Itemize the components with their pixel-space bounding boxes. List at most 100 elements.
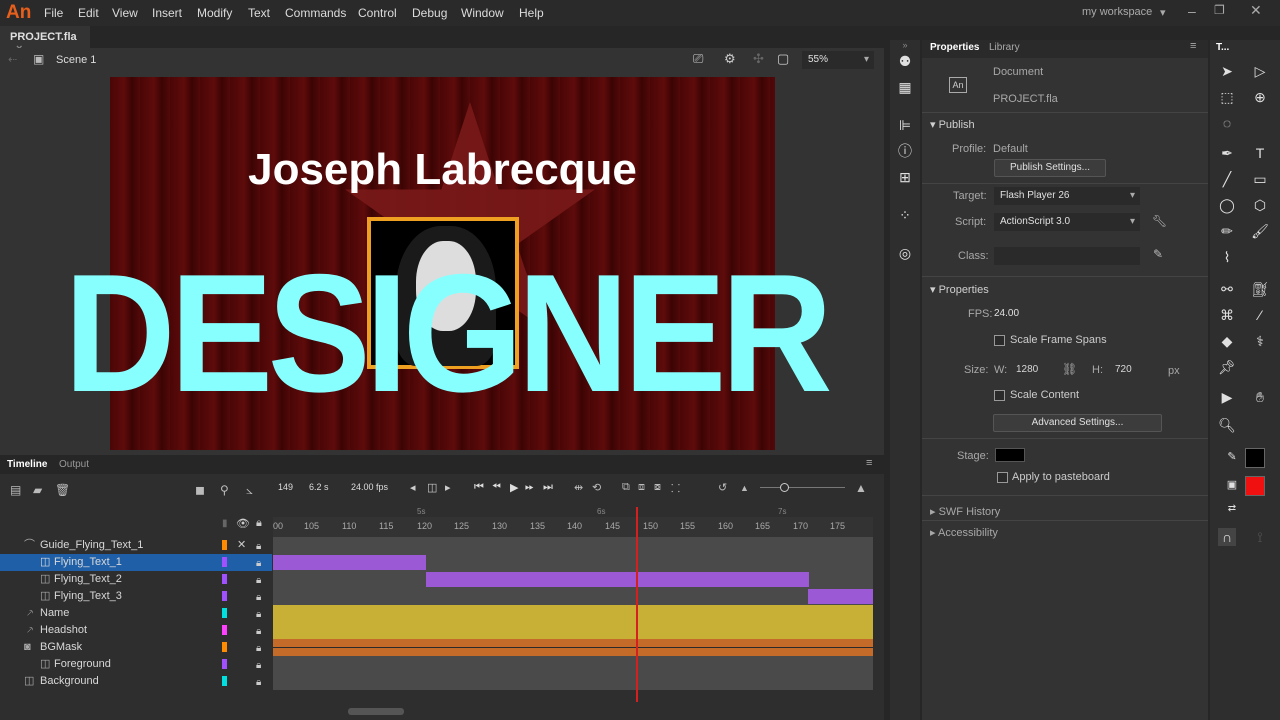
graph-icon[interactable]: ⦣ xyxy=(246,483,253,498)
polystar-tool-icon[interactable]: ⬡ xyxy=(1251,196,1269,214)
advanced-settings-button[interactable]: Advanced Settings... xyxy=(993,414,1162,432)
hand-tool-icon[interactable]: ✋︎ xyxy=(1251,388,1269,406)
horizontal-scrollbar-thumb[interactable] xyxy=(348,708,404,715)
cc-libraries-icon[interactable]: ◎ xyxy=(896,244,914,262)
motion-presets-icon[interactable]: ⚉ xyxy=(896,52,914,70)
menu-help[interactable]: Help xyxy=(519,6,544,20)
playhead[interactable] xyxy=(636,507,638,702)
stroke-color-swatch[interactable] xyxy=(1245,448,1265,468)
highlight-icon[interactable]: ▮ xyxy=(222,518,228,529)
panel-menu-icon[interactable]: ≡ xyxy=(866,457,872,469)
free-transform-tool-icon[interactable]: ⬚ xyxy=(1218,88,1236,106)
new-folder-icon[interactable]: ▰ xyxy=(33,483,42,497)
selection-tool-icon[interactable]: ➤ xyxy=(1218,62,1236,80)
step-forward-icon[interactable]: ⏩︎ xyxy=(525,481,534,494)
swatches-icon[interactable]: ⁘ xyxy=(896,206,914,224)
center-stage-icon[interactable]: ✣ xyxy=(753,51,764,67)
fill-color-swatch[interactable] xyxy=(1245,476,1265,496)
layer-row[interactable]: ◙ BGMask xyxy=(0,639,272,656)
rectangle-tool-icon[interactable]: ▭ xyxy=(1251,170,1269,188)
eye-icon[interactable]: 👁︎ xyxy=(236,517,250,530)
scale-frame-spans-checkbox[interactable] xyxy=(994,335,1005,346)
pencil-icon[interactable]: ✎ xyxy=(1153,247,1163,261)
bind-tool-icon[interactable]: ⌘ xyxy=(1218,306,1236,324)
delete-layer-icon[interactable]: 🗑︎ xyxy=(55,483,70,497)
layer-color-chip[interactable] xyxy=(222,625,227,635)
menu-text[interactable]: Text xyxy=(248,6,270,20)
3d-rotation-tool-icon[interactable]: ⊕ xyxy=(1251,88,1269,106)
layer-color-chip[interactable] xyxy=(222,557,227,567)
frame-row[interactable] xyxy=(273,656,873,673)
back-arrow-icon[interactable]: ⇠ xyxy=(8,53,17,66)
layer-row[interactable]: ◫ Background xyxy=(0,673,272,690)
layer-color-chip[interactable] xyxy=(222,608,227,618)
wrench-icon[interactable]: 🔧︎ xyxy=(1152,214,1167,228)
layer-row[interactable]: ⸕ Name xyxy=(0,605,272,622)
link-icon[interactable]: ⛓︎ xyxy=(1062,362,1077,376)
insert-keyframe-icon[interactable]: ◫ xyxy=(427,481,437,494)
go-to-first-icon[interactable]: ⏮︎ xyxy=(474,481,484,494)
menu-view[interactable]: View xyxy=(112,6,138,20)
oval-tool-icon[interactable]: ◯ xyxy=(1218,196,1236,214)
layer-color-chip[interactable] xyxy=(222,642,227,652)
stage-headline-text[interactable]: DESIGNER xyxy=(64,249,833,417)
fill-color-icon[interactable]: ▣ xyxy=(1223,476,1241,494)
menu-debug[interactable]: Debug xyxy=(412,6,447,20)
onion-skin-outlines-icon[interactable]: ⧈ xyxy=(638,481,645,494)
prev-keyframe-icon[interactable]: ◂ xyxy=(410,481,416,494)
align-icon[interactable]: ⊫ xyxy=(896,116,914,134)
lasso-tool-icon[interactable]: ◌ xyxy=(1218,114,1236,132)
current-frame[interactable]: 149 xyxy=(278,482,293,492)
frame-row[interactable] xyxy=(273,673,873,690)
eyedropper-tool-icon[interactable]: ⁄ xyxy=(1251,306,1269,324)
zoom-select[interactable]: 55% ▾ xyxy=(802,51,874,69)
menu-modify[interactable]: Modify xyxy=(197,6,232,20)
layer-color-chip[interactable] xyxy=(222,574,227,584)
smooth-icon[interactable]: ⟟ xyxy=(1251,528,1269,546)
tab-properties[interactable]: Properties xyxy=(930,42,979,53)
tab-output[interactable]: Output xyxy=(59,459,89,470)
clip-content-icon[interactable]: ▢ xyxy=(777,51,789,67)
width-value[interactable]: 1280 xyxy=(1016,364,1038,375)
layer-color-chip[interactable] xyxy=(222,540,227,550)
play-icon[interactable]: ▶ xyxy=(510,481,518,494)
paint-bucket-tool-icon[interactable]: ⛽︎ xyxy=(1251,280,1269,298)
subselection-tool-icon[interactable]: ▷ xyxy=(1251,62,1269,80)
tab-timeline[interactable]: Timeline xyxy=(7,459,47,470)
chevron-down-icon[interactable]: ▾ xyxy=(1160,6,1166,19)
lock-icon[interactable]: 🔒︎ xyxy=(256,517,262,530)
swap-colors-icon[interactable]: ⇄ xyxy=(1223,500,1241,518)
step-back-icon[interactable]: ⏪︎ xyxy=(492,481,501,494)
document-tab[interactable]: PROJECT.fla × xyxy=(0,26,90,55)
layer-row[interactable]: ◫ Flying_Text_3 xyxy=(0,588,272,605)
loop-icon[interactable]: ⟲ xyxy=(592,481,601,494)
workspace-switcher[interactable]: my workspace xyxy=(1082,6,1152,18)
frame-row-static[interactable] xyxy=(273,622,873,639)
publish-section-header[interactable]: ▾ Publish xyxy=(930,118,975,131)
tween-span[interactable] xyxy=(808,589,873,604)
width-tool-icon[interactable]: ⚕ xyxy=(1251,332,1269,350)
onion-skin-icon[interactable]: ⧉ xyxy=(622,481,630,494)
publish-settings-button[interactable]: Publish Settings... xyxy=(994,159,1106,177)
line-tool-icon[interactable]: ╱ xyxy=(1218,170,1236,188)
menu-control[interactable]: Control xyxy=(358,6,397,20)
scale-content-checkbox[interactable] xyxy=(994,390,1005,401)
collapse-icon[interactable]: » xyxy=(890,40,920,50)
layer-color-chip[interactable] xyxy=(222,659,227,669)
menu-commands[interactable]: Commands xyxy=(285,6,346,20)
accessibility-section[interactable]: ▸ Accessibility xyxy=(930,526,998,539)
zoom-tool-icon[interactable]: 🔍︎ xyxy=(1218,416,1236,434)
fps-value[interactable]: 24.00 xyxy=(994,308,1019,319)
camera-tool-icon[interactable]: ▶ xyxy=(1218,388,1236,406)
layer-row[interactable]: ◫ Foreground xyxy=(0,656,272,673)
brush-tool-icon[interactable]: ⌇ xyxy=(1218,248,1236,266)
menu-edit[interactable]: Edit xyxy=(78,6,99,20)
zoom-out-icon[interactable]: ▲ xyxy=(740,483,749,493)
timeline-zoom-handle[interactable] xyxy=(780,483,789,492)
layer-row[interactable]: ◫ Flying_Text_2 xyxy=(0,571,272,588)
info-icon[interactable]: ⓘ xyxy=(896,142,914,160)
text-tool-icon[interactable]: T xyxy=(1251,144,1269,162)
frame-rate[interactable]: 24.00 fps xyxy=(351,482,388,492)
camera-icon[interactable]: ◼ xyxy=(195,483,205,497)
swf-history-section[interactable]: ▸ SWF History xyxy=(930,505,1000,518)
